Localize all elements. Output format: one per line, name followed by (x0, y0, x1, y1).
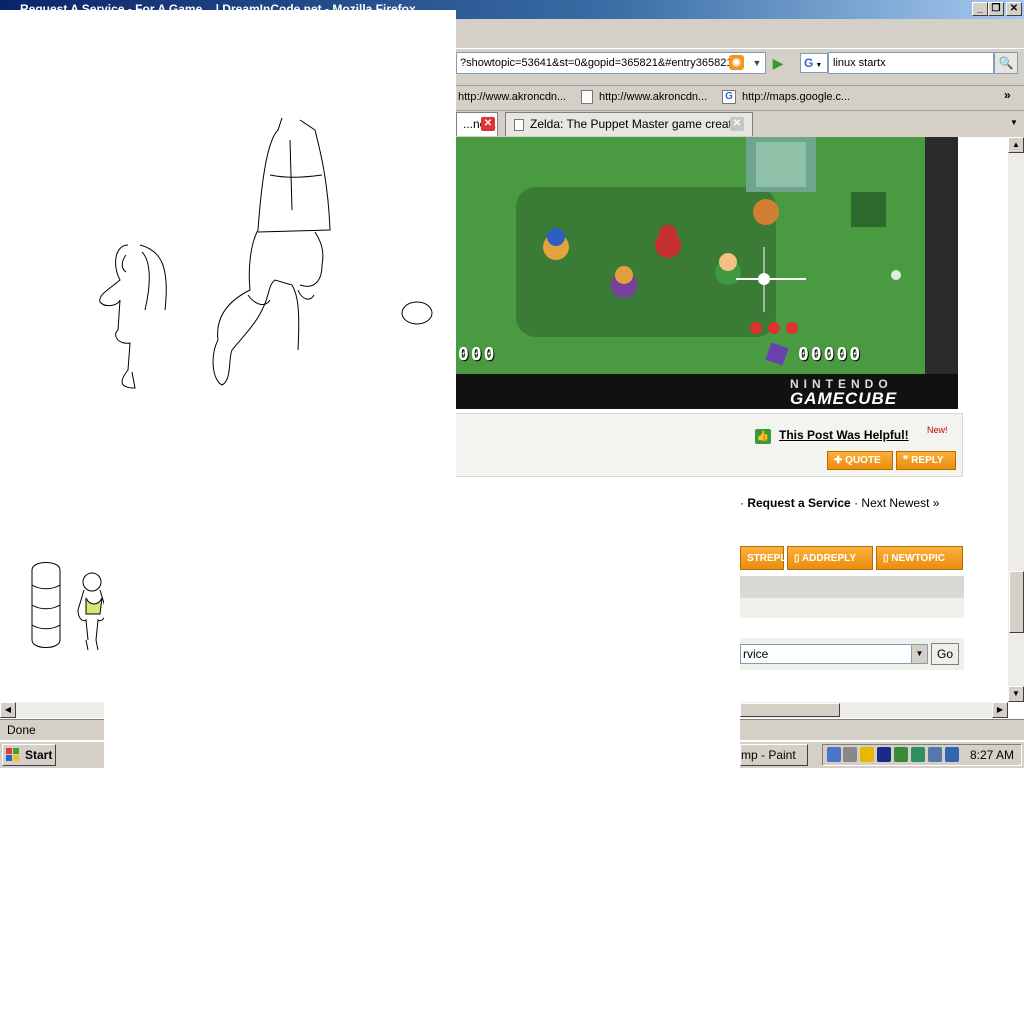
new-badge: New! (927, 425, 948, 435)
volume-icon[interactable] (843, 747, 857, 762)
forum-jump-select[interactable]: rvice (740, 644, 928, 664)
google-icon: G (722, 90, 736, 105)
taskbar-paint-button[interactable]: mp - Paint (740, 744, 808, 766)
close-tab-icon[interactable]: ✕ (481, 117, 495, 131)
nav-separator: · (854, 496, 859, 510)
helpful-link[interactable]: This Post Was Helpful! (779, 428, 909, 442)
topic-navigation: · Request a Service · Next Newest » (740, 496, 939, 510)
next-newest-link[interactable]: Next Newest » (861, 496, 939, 510)
network-icon[interactable] (827, 747, 841, 762)
start-label: Start (25, 748, 53, 762)
document-icon: ▯ (794, 553, 802, 564)
search-input[interactable]: linux startx (828, 52, 994, 74)
rupee-counter: 00000 (798, 344, 863, 365)
page-icon (514, 118, 524, 131)
reply-button[interactable]: ❞ REPLY (896, 451, 956, 470)
scroll-right-icon[interactable]: ▶ (992, 702, 1008, 718)
google-icon: G (804, 56, 814, 70)
bookmark-item[interactable]: Ghttp://maps.google.c... (722, 89, 850, 105)
button-label: ADDREPLY (801, 553, 857, 564)
button-label: STREPLY (747, 553, 793, 564)
table-row-band (740, 598, 964, 618)
forum-jump-go-button[interactable]: Go (931, 643, 959, 665)
messenger-icon[interactable] (877, 747, 891, 762)
bookmarks-overflow-icon[interactable]: » (1004, 88, 1011, 102)
tab-zelda[interactable]: Zelda: The Puppet Master game creati... (505, 112, 753, 136)
game-screenshot (456, 137, 958, 409)
paint-canvas-region[interactable] (0, 768, 1024, 1024)
close-button[interactable]: ✕ (1006, 2, 1022, 16)
windows-logo-icon (6, 748, 20, 761)
task-label: mp - Paint (741, 748, 796, 762)
newtopic-button[interactable]: ▯ NEWTOPIC (876, 546, 963, 570)
scroll-down-icon[interactable]: ▼ (1008, 686, 1024, 702)
paint-canvas-region[interactable] (104, 477, 740, 768)
url-bar[interactable]: ?showtopic=53641&st=0&gopid=365821&#entr… (456, 52, 766, 74)
button-label: NEWTOPIC (891, 553, 945, 564)
horizontal-scroll-thumb[interactable] (740, 703, 840, 717)
quote-marks-icon: ❞ (903, 455, 912, 466)
search-icon[interactable]: 🔍 (994, 52, 1018, 74)
tray-app-icon[interactable] (928, 747, 942, 762)
thumbs-up-icon[interactable]: 👍 (755, 429, 771, 444)
forum-link[interactable]: Request a Service (747, 496, 850, 510)
quote-button[interactable]: ✚ QUOTE (827, 451, 893, 470)
minimize-button[interactable]: _ (972, 2, 988, 16)
addreply-button[interactable]: ▯ ADDREPLY (787, 546, 873, 570)
table-header-band (740, 576, 964, 598)
close-tab-icon[interactable]: ✕ (730, 117, 744, 131)
vertical-scroll-thumb[interactable] (1009, 571, 1024, 633)
game-counter: 000 (458, 344, 497, 365)
tab-label: Zelda: The Puppet Master game creati... (530, 117, 745, 131)
bookmark-item[interactable]: http://www.akroncdn... (458, 89, 566, 105)
bookmark-label: http://www.akroncdn... (599, 91, 708, 103)
reply-label: REPLY (911, 455, 944, 466)
quote-label: QUOTE (845, 455, 881, 466)
bookmark-item[interactable]: http://www.akroncdn... (581, 89, 707, 105)
tray-app-icon[interactable] (911, 747, 925, 762)
search-engine-button[interactable]: G ▼ (800, 53, 828, 73)
plus-icon: ✚ (834, 455, 846, 466)
status-text: Done (7, 723, 36, 737)
security-icon[interactable] (860, 747, 874, 762)
tray-app-icon[interactable] (894, 747, 908, 762)
clock: 8:27 AM (970, 748, 1015, 762)
restore-button[interactable]: ❐ (988, 2, 1004, 16)
tab-list-icon[interactable]: ▼ (1006, 113, 1022, 133)
gamecube-logo: GAMECUBE (790, 389, 898, 408)
scroll-up-icon[interactable]: ▲ (1008, 137, 1024, 153)
fastreply-button[interactable]: STREPLY (740, 546, 792, 570)
chevron-down-icon[interactable]: ▼ (748, 52, 766, 74)
bookmark-label: http://www.akroncdn... (458, 91, 567, 103)
scroll-left-icon[interactable]: ◀ (0, 702, 16, 718)
nav-separator: · (740, 496, 744, 510)
game-border (925, 137, 958, 374)
rss-feed-icon[interactable]: ◉ (729, 55, 744, 70)
page-icon (581, 90, 593, 105)
go-arrow-icon[interactable]: ▶ (768, 53, 788, 73)
chevron-down-icon[interactable]: ▼ (911, 645, 927, 663)
bookmark-label: http://maps.google.c... (742, 91, 851, 103)
tray-app-icon[interactable] (945, 747, 959, 762)
